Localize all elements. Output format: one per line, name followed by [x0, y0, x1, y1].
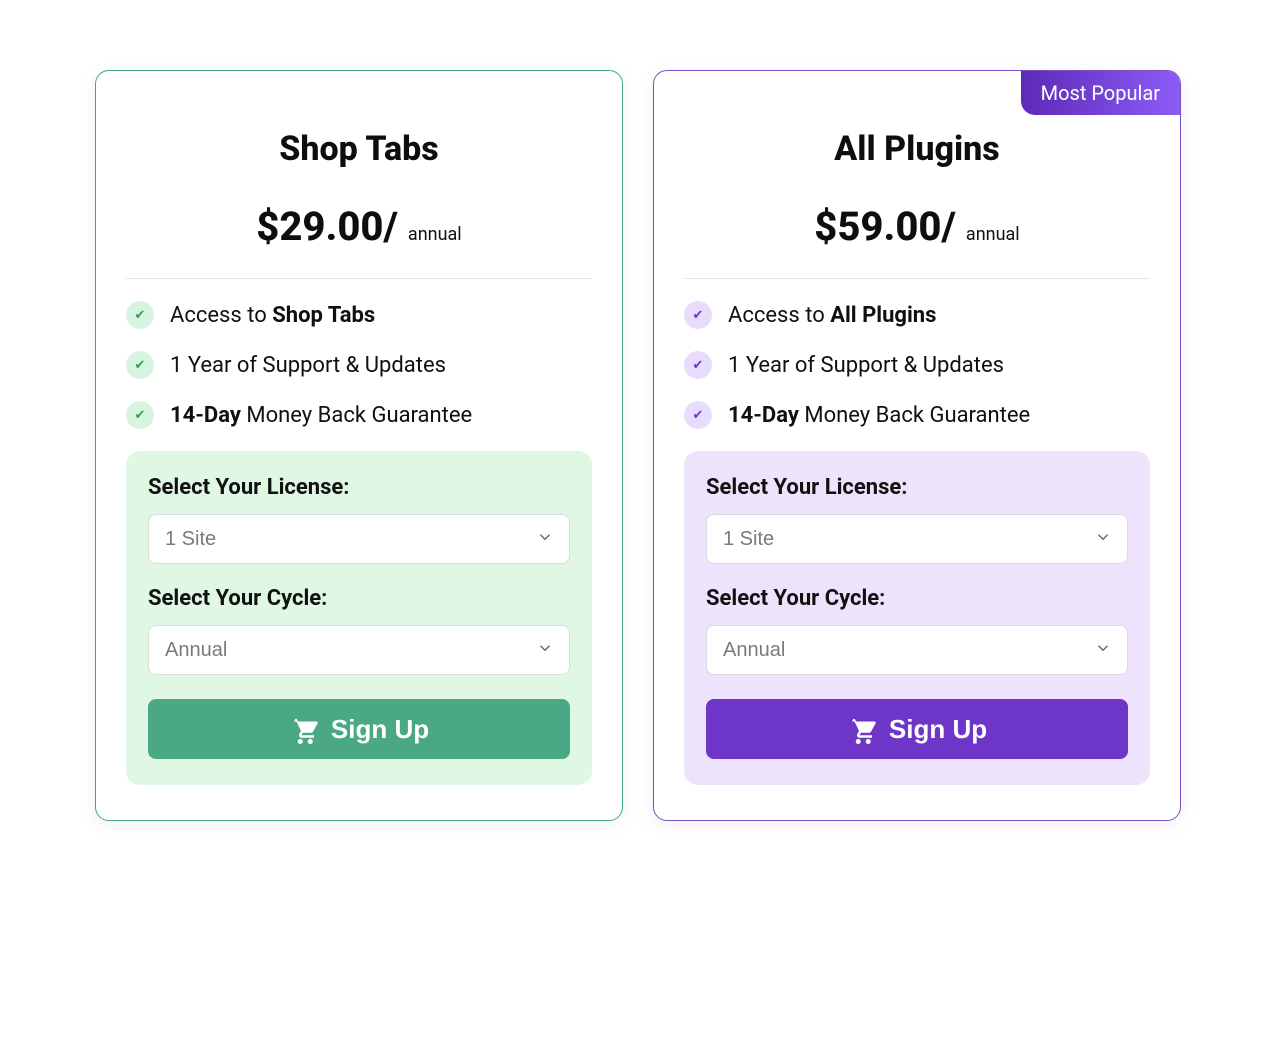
button-label: Sign Up	[331, 714, 429, 745]
check-icon: ✔	[684, 401, 712, 429]
cycle-select[interactable]: Annual	[706, 625, 1128, 675]
check-icon: ✔	[126, 301, 154, 329]
cycle-select[interactable]: Annual	[148, 625, 570, 675]
feature-item: ✔ 1 Year of Support & Updates	[126, 351, 592, 379]
cart-icon	[289, 714, 319, 744]
feature-text: 14-Day Money Back Guarantee	[170, 403, 472, 428]
plan-price: $29.00/	[256, 203, 398, 250]
divider	[126, 278, 592, 279]
price-row: $29.00/ annual	[126, 203, 592, 250]
feature-item: ✔ Access to Shop Tabs	[126, 301, 592, 329]
feature-text: Access to Shop Tabs	[170, 303, 375, 328]
feature-text: 1 Year of Support & Updates	[728, 353, 1004, 378]
license-label: Select Your License:	[148, 475, 570, 500]
feature-prefix: 1 Year of Support & Updates	[728, 353, 1004, 378]
check-icon: ✔	[126, 351, 154, 379]
license-select[interactable]: 1 Site	[706, 514, 1128, 564]
cycle-select-wrap: Annual	[706, 625, 1128, 675]
feature-suffix: Money Back Guarantee	[241, 403, 472, 428]
sign-up-button[interactable]: Sign Up	[148, 699, 570, 759]
cart-icon	[847, 714, 877, 744]
plan-title: Shop Tabs	[126, 129, 592, 169]
most-popular-badge: Most Popular	[1021, 71, 1180, 115]
feature-text: 14-Day Money Back Guarantee	[728, 403, 1030, 428]
check-icon: ✔	[684, 301, 712, 329]
feature-list: ✔ Access to All Plugins ✔ 1 Year of Supp…	[684, 301, 1150, 429]
sign-up-button[interactable]: Sign Up	[706, 699, 1128, 759]
pricing-card-shop-tabs: Shop Tabs $29.00/ annual ✔ Access to Sho…	[95, 70, 623, 821]
license-select[interactable]: 1 Site	[148, 514, 570, 564]
plan-period: annual	[966, 224, 1020, 245]
license-select-wrap: 1 Site	[148, 514, 570, 564]
plan-price: $59.00/	[814, 203, 956, 250]
license-select-wrap: 1 Site	[706, 514, 1128, 564]
feature-bold: All Plugins	[830, 303, 936, 328]
feature-prefix: Access to	[728, 303, 830, 328]
feature-text: 1 Year of Support & Updates	[170, 353, 446, 378]
cycle-label: Select Your Cycle:	[148, 586, 570, 611]
feature-item: ✔ Access to All Plugins	[684, 301, 1150, 329]
options-box: Select Your License: 1 Site Select Your …	[684, 451, 1150, 785]
feature-bold: Shop Tabs	[272, 303, 375, 328]
feature-prefix: Access to	[170, 303, 272, 328]
button-label: Sign Up	[889, 714, 987, 745]
pricing-card-all-plugins: Most Popular All Plugins $59.00/ annual …	[653, 70, 1181, 821]
feature-suffix: Money Back Guarantee	[799, 403, 1030, 428]
feature-item: ✔ 14-Day Money Back Guarantee	[684, 401, 1150, 429]
cycle-select-wrap: Annual	[148, 625, 570, 675]
license-label: Select Your License:	[706, 475, 1128, 500]
plan-title: All Plugins	[684, 129, 1150, 169]
options-box: Select Your License: 1 Site Select Your …	[126, 451, 592, 785]
feature-bold: 14-Day	[170, 403, 241, 428]
feature-bold: 14-Day	[728, 403, 799, 428]
feature-item: ✔ 1 Year of Support & Updates	[684, 351, 1150, 379]
cycle-label: Select Your Cycle:	[706, 586, 1128, 611]
feature-prefix: 1 Year of Support & Updates	[170, 353, 446, 378]
plan-period: annual	[408, 224, 462, 245]
divider	[684, 278, 1150, 279]
check-icon: ✔	[684, 351, 712, 379]
feature-text: Access to All Plugins	[728, 303, 936, 328]
check-icon: ✔	[126, 401, 154, 429]
feature-list: ✔ Access to Shop Tabs ✔ 1 Year of Suppor…	[126, 301, 592, 429]
price-row: $59.00/ annual	[684, 203, 1150, 250]
feature-item: ✔ 14-Day Money Back Guarantee	[126, 401, 592, 429]
